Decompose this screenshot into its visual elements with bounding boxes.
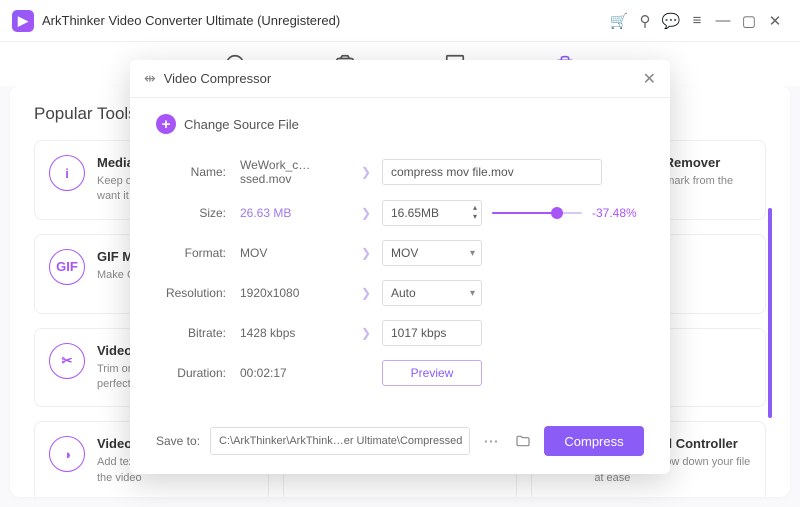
arrow-icon: ❯ — [350, 286, 382, 300]
compress-button[interactable]: Compress — [544, 426, 644, 456]
target-format-select[interactable]: MOV — [382, 240, 482, 266]
browse-folder-button[interactable] — [512, 430, 534, 452]
source-duration-value: 00:02:17 — [240, 366, 350, 380]
slider-thumb[interactable] — [551, 207, 563, 219]
label-size: Size: — [156, 206, 240, 220]
size-slider[interactable] — [492, 212, 582, 214]
stepper-down-icon[interactable]: ▾ — [473, 212, 477, 221]
source-size-value: 26.63 MB — [240, 206, 350, 220]
arrow-icon: ❯ — [350, 206, 382, 220]
source-bitrate-value: 1428 kbps — [240, 326, 350, 340]
dialog-header: ⇹ Video Compressor ✕ — [130, 60, 670, 98]
label-duration: Duration: — [156, 366, 240, 380]
source-name-value: WeWork_c…ssed.mov — [240, 158, 350, 186]
target-size-stepper[interactable]: 16.65MB ▴▾ — [382, 200, 482, 226]
target-resolution-select[interactable]: Auto — [382, 280, 482, 306]
target-name-input[interactable] — [382, 159, 602, 185]
more-options-button[interactable]: ⋯ — [480, 430, 502, 452]
source-format-value: MOV — [240, 246, 350, 260]
dialog-footer: Save to: C:\ArkThinker\ArkThink…er Ultim… — [130, 412, 670, 474]
label-format: Format: — [156, 246, 240, 260]
label-bitrate: Bitrate: — [156, 326, 240, 340]
target-bitrate-input[interactable] — [382, 320, 482, 346]
close-dialog-button[interactable]: ✕ — [643, 69, 656, 89]
label-resolution: Resolution: — [156, 286, 240, 300]
arrow-icon: ❯ — [350, 326, 382, 340]
size-reduction-percent: -37.48% — [592, 206, 637, 220]
stepper-up-icon[interactable]: ▴ — [473, 203, 477, 212]
target-size-value: 16.65MB — [391, 206, 439, 220]
change-source-label[interactable]: Change Source File — [184, 117, 299, 132]
video-compressor-dialog: ⇹ Video Compressor ✕ + Change Source Fil… — [130, 60, 670, 474]
change-source-row: + Change Source File — [156, 114, 644, 134]
label-name: Name: — [156, 165, 240, 179]
arrow-icon: ❯ — [350, 246, 382, 260]
compressor-icon: ⇹ — [144, 70, 156, 87]
dialog-title: Video Compressor — [164, 71, 271, 86]
source-resolution-value: 1920x1080 — [240, 286, 350, 300]
save-to-label: Save to: — [156, 434, 200, 448]
arrow-icon: ❯ — [350, 165, 382, 179]
preview-button[interactable]: Preview — [382, 360, 482, 386]
save-path-field[interactable]: C:\ArkThinker\ArkThink…er Ultimate\Compr… — [210, 427, 470, 455]
modal-overlay: ⇹ Video Compressor ✕ + Change Source Fil… — [0, 0, 800, 507]
add-source-button[interactable]: + — [156, 114, 176, 134]
